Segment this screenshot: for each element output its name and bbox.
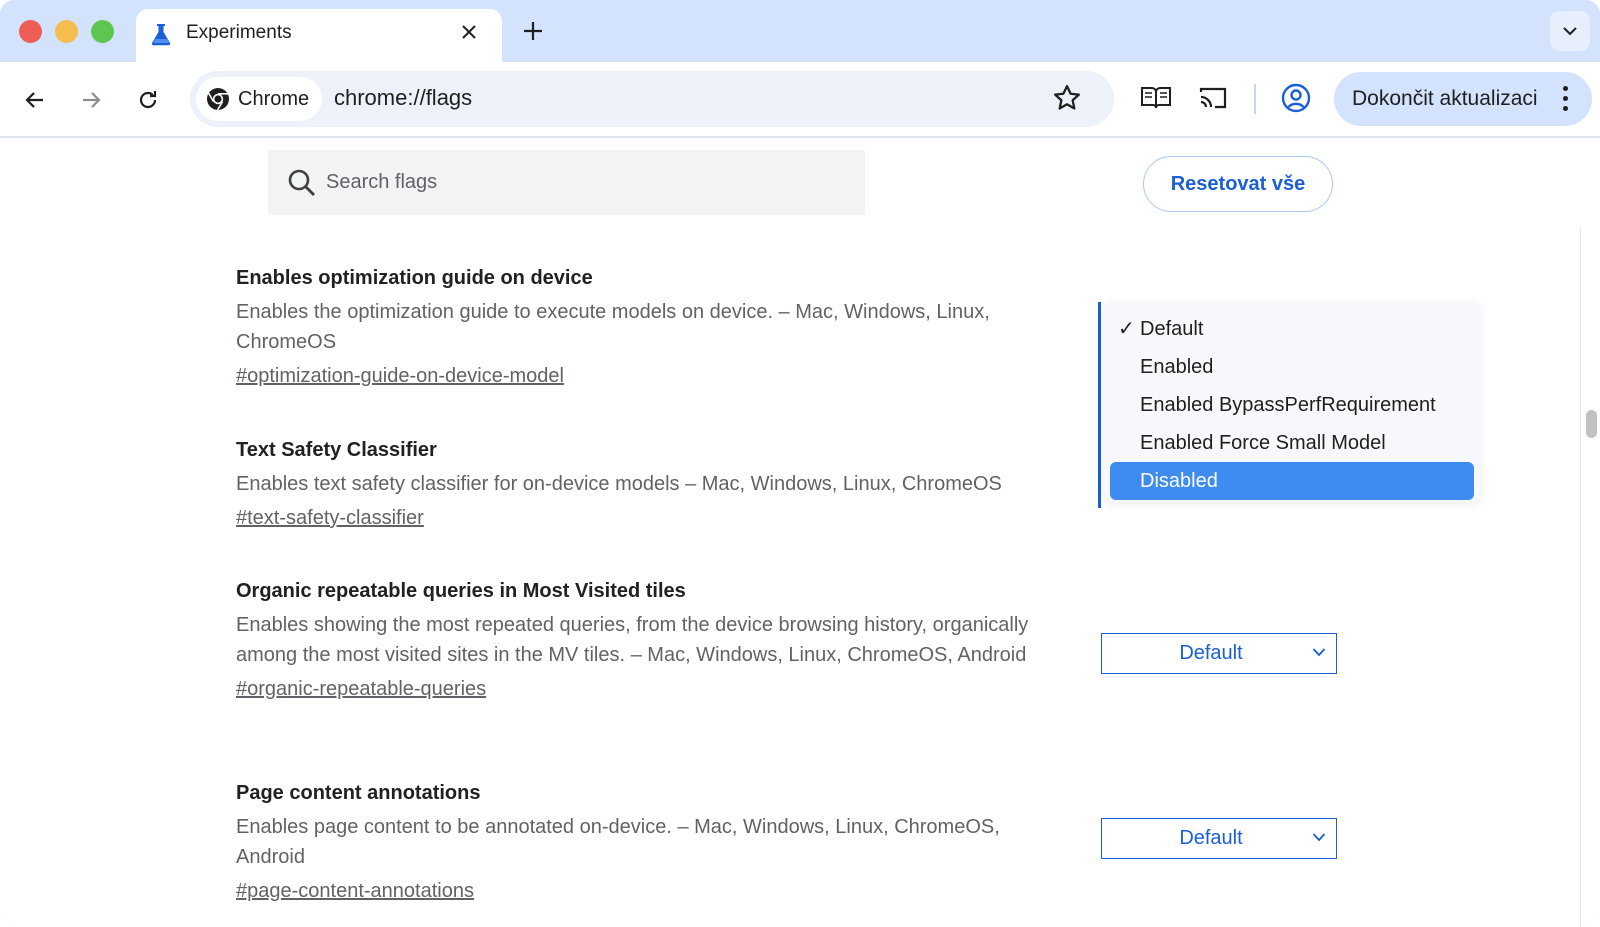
bookmark-star-button[interactable] [1052,83,1082,118]
search-box[interactable] [268,150,865,215]
search-icon [288,169,315,196]
select-value: Default [1179,642,1243,664]
book-icon [1141,87,1171,109]
flag-permalink[interactable]: #page-content-annotations [236,876,474,906]
flag-item: Organic repeatable queries in Most Visit… [236,577,1066,704]
flask-icon [151,24,171,46]
flag-permalink[interactable]: #optimization-guide-on-device-model [236,361,564,391]
tab-strip: Experiments [0,0,1600,62]
flag-item: Page content annotations Enables page co… [236,779,1066,906]
tab-search-button[interactable] [1550,11,1590,51]
flag-description: Enables the optimization guide to execut… [236,301,990,353]
finish-update-button[interactable]: Dokončit aktualizaci [1334,72,1592,126]
chevron-down-icon [1312,833,1326,842]
option-label: Enabled BypassPerfRequirement [1140,394,1436,416]
flag-state-select[interactable]: Default [1101,818,1337,859]
tab-experiments[interactable]: Experiments [136,9,502,62]
profile-icon [1281,83,1311,113]
option-label: Enabled Force Small Model [1140,432,1386,454]
window-maximize-button[interactable] [91,20,114,43]
dropdown-option-enabled[interactable]: Enabled [1110,348,1474,386]
site-info-chip[interactable]: Chrome [196,77,322,121]
dropdown-option-default[interactable]: ✓ Default [1110,310,1474,348]
flag-state-select[interactable]: Default [1101,633,1337,674]
option-label: Enabled [1140,356,1214,378]
site-chip-label: Chrome [238,87,310,110]
flag-description: Enables showing the most repeated querie… [236,614,1029,666]
flag-description: Enables page content to be annotated on-… [236,816,1000,868]
tab-close-icon[interactable] [454,17,484,47]
reset-all-button[interactable]: Resetovat vše [1143,156,1333,212]
forward-button[interactable] [71,80,111,120]
option-label: Default [1140,318,1204,340]
back-arrow-icon [25,92,43,108]
toolbar: Chrome chrome://flags Dokončit aktualiza… [0,62,1600,137]
flag-title: Organic repeatable queries in Most Visit… [236,580,686,602]
dropdown-option-disabled[interactable]: Disabled [1110,462,1474,500]
profile-button[interactable] [1280,82,1312,119]
chevron-down-icon [1563,27,1577,36]
flag-title: Text Safety Classifier [236,439,437,461]
toolbar-separator [1254,84,1256,114]
reload-icon [139,91,157,109]
flag-item: Enables optimization guide on device Ena… [236,264,1066,391]
flag-state-dropdown: ✓ Default Enabled Enabled BypassPerfRequ… [1104,302,1480,502]
tab-title: Experiments [186,22,292,43]
star-icon [1054,85,1080,110]
cast-button[interactable] [1198,84,1228,117]
checkmark-icon: ✓ [1118,318,1135,340]
chevron-down-icon [1312,648,1326,657]
url-text[interactable]: chrome://flags [334,85,472,111]
option-label: Disabled [1140,470,1218,492]
flag-permalink[interactable]: #text-safety-classifier [236,503,424,533]
back-button[interactable] [15,80,55,120]
search-input[interactable] [326,160,846,204]
window-close-button[interactable] [19,20,42,43]
more-menu-icon[interactable] [1558,84,1572,114]
update-label: Dokončit aktualizaci [1352,87,1538,110]
select-value: Default [1179,827,1243,849]
dropdown-option-enabled-small-model[interactable]: Enabled Force Small Model [1110,424,1474,462]
cast-icon [1199,87,1227,109]
browser-window: Experiments Chrome chrome://flags Dokonč… [0,0,1600,927]
scrollbar-thumb[interactable] [1586,410,1597,438]
forward-arrow-icon [83,92,101,108]
reload-button[interactable] [128,80,168,120]
address-bar[interactable]: Chrome chrome://flags [190,71,1114,127]
dropdown-option-enabled-bypass[interactable]: Enabled BypassPerfRequirement [1110,386,1474,424]
flag-title: Enables optimization guide on device [236,267,593,289]
chrome-logo-icon [207,88,229,111]
new-tab-button[interactable] [518,16,548,46]
flag-item: Text Safety Classifier Enables text safe… [236,436,1066,533]
flags-header: Resetovat vše [0,138,1600,228]
flag-description: Enables text safety classifier for on-de… [236,473,1002,495]
flag-permalink[interactable]: #organic-repeatable-queries [236,674,486,704]
reading-mode-button[interactable] [1140,84,1172,117]
window-minimize-button[interactable] [55,20,78,43]
flag-title: Page content annotations [236,782,481,804]
scrollbar-track[interactable] [1580,228,1600,927]
